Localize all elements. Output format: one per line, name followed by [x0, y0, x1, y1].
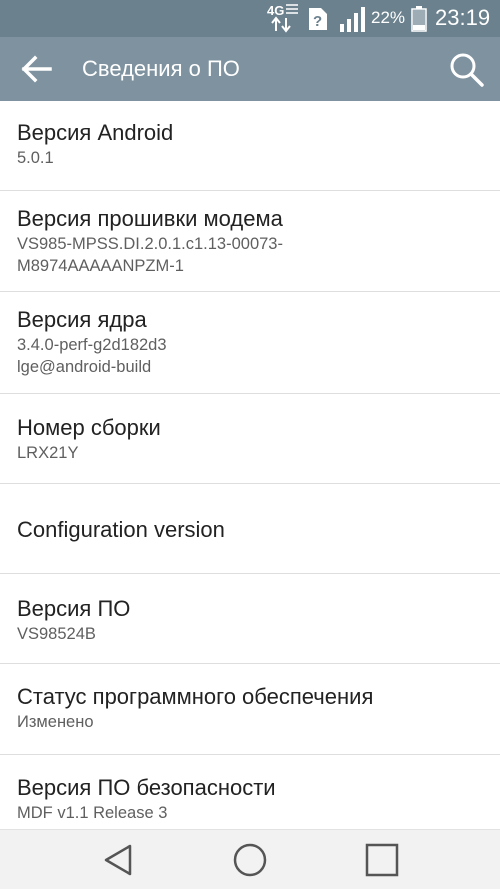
list-item-subtitle: VS985-MPSS.DI.2.0.1.c1.13-00073-: [17, 235, 283, 253]
list-item-subtitle: VS98524B: [17, 625, 96, 643]
list-item-title: Configuration version: [17, 517, 225, 542]
back-button[interactable]: [16, 51, 56, 87]
list-item-subtitle: Изменено: [17, 713, 94, 731]
list-item-title: Версия ПО: [17, 596, 131, 621]
list-item-subtitle: M8974AAAAANPZM-1: [17, 257, 184, 275]
list-item-subtitle: 5.0.1: [17, 149, 54, 167]
list-item-software-version[interactable]: Версия ПО VS98524B: [0, 574, 500, 664]
app-bar: Сведения о ПО: [0, 37, 500, 101]
list-item-subtitle: 3.4.0-perf-g2d182d3: [17, 336, 167, 354]
list-item-kernel-version[interactable]: Версия ядра 3.4.0-perf-g2d182d3 lge@andr…: [0, 292, 500, 394]
list-item-title: Версия ПО безопасности: [17, 775, 276, 800]
list-item-build-number[interactable]: Номер сборки LRX21Y: [0, 394, 500, 484]
svg-text:?: ?: [313, 13, 322, 30]
list-item-baseband-version[interactable]: Версия прошивки модема VS985-MPSS.DI.2.0…: [0, 191, 500, 292]
list-item-subtitle: MDF v1.1 Release 3: [17, 804, 168, 822]
search-button[interactable]: [446, 49, 486, 89]
list-item-subtitle: lge@android-build: [17, 358, 152, 376]
page-title: Сведения о ПО: [82, 56, 240, 81]
status-bar: 4G ? 22% 23:19: [0, 0, 500, 37]
svg-text:4G: 4G: [267, 3, 284, 18]
nav-recents-icon[interactable]: [364, 842, 400, 878]
arrow-left-icon: [21, 55, 52, 83]
list-item-title: Версия прошивки модема: [17, 206, 283, 231]
list-item-title: Статус программного обеспечения: [17, 684, 374, 709]
list-item-software-status[interactable]: Статус программного обеспечения Изменено: [0, 664, 500, 755]
nav-home-icon[interactable]: [232, 842, 268, 878]
list-item-android-version[interactable]: Версия Android 5.0.1: [0, 101, 500, 191]
nav-back-icon[interactable]: [100, 842, 136, 878]
battery-percentage: 22%: [371, 8, 406, 27]
signal-icon: [340, 7, 365, 32]
screen: 4G ? 22% 23:19 Сведения о ПО Версия Andr…: [0, 0, 500, 889]
clock: 23:19: [435, 5, 491, 30]
settings-list: Версия Android 5.0.1 Версия прошивки мод…: [0, 101, 500, 829]
list-item-title: Версия Android: [17, 120, 174, 145]
network-4g-icon: 4G: [267, 3, 298, 33]
list-item-title: Версия ядра: [17, 307, 147, 332]
search-icon: [450, 53, 484, 87]
list-item-configuration-version[interactable]: Configuration version: [0, 484, 500, 574]
list-item-title: Номер сборки: [17, 415, 161, 440]
list-item-subtitle: LRX21Y: [17, 444, 79, 462]
unknown-notification-icon: ?: [309, 8, 327, 30]
navigation-bar: [0, 829, 500, 889]
list-item-security-software-version[interactable]: Версия ПО безопасности MDF v1.1 Release …: [0, 755, 500, 829]
battery-icon: [411, 6, 427, 32]
